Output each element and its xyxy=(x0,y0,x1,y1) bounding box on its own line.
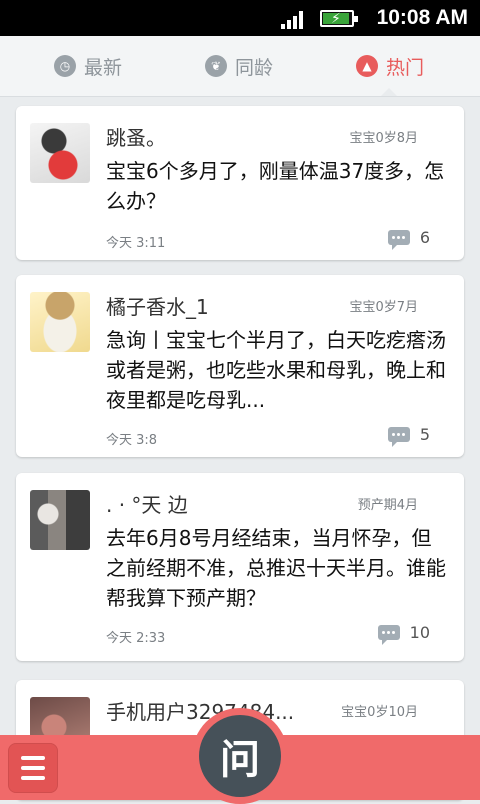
comment-count-value: 6 xyxy=(419,228,430,247)
comment-count-value: 5 xyxy=(419,425,430,444)
battery-charging-icon: ⚡ xyxy=(320,10,358,27)
status-time: 10:08 AM xyxy=(376,6,468,29)
username[interactable]: . · °天 边 xyxy=(106,489,188,518)
comment-icon xyxy=(387,230,410,250)
comment-count[interactable]: 5 xyxy=(387,425,430,447)
active-tab-indicator xyxy=(381,88,397,96)
question-card[interactable]: 橘子香水_1 宝宝0岁7月 急询丨宝宝七个半月了，白天吃疙瘩汤或者是粥，也吃些水… xyxy=(16,275,464,457)
question-text: 宝宝6个多月了，刚量体温37度多，怎么办？ xyxy=(106,159,445,213)
avatar[interactable] xyxy=(30,490,90,550)
baby-age: 宝宝0岁8月 xyxy=(349,131,418,146)
username[interactable]: 跳蚤。 xyxy=(106,122,166,151)
avatar[interactable] xyxy=(30,292,90,352)
tab-latest[interactable]: ◷ 最新 xyxy=(54,52,122,80)
question-card[interactable]: . · °天 边 预产期4月 去年6月8号月经结束，当月怀孕，但之前经期不准，总… xyxy=(16,473,464,661)
baby-age: 宝宝0岁10月 xyxy=(341,705,418,720)
status-bar: ⚡ 10:08 AM xyxy=(0,0,480,36)
leaf-icon: ❦ xyxy=(205,55,227,77)
tab-hot[interactable]: ▲ 热门 xyxy=(356,52,424,80)
question-card[interactable]: 跳蚤。 宝宝0岁8月 宝宝6个多月了，刚量体温37度多，怎么办？ 今天 3:11… xyxy=(16,106,464,260)
comment-icon xyxy=(377,625,400,645)
tab-label: 最新 xyxy=(84,56,123,79)
comment-count[interactable]: 10 xyxy=(377,623,430,645)
tab-label: 同龄 xyxy=(235,56,274,79)
ask-label: 问 xyxy=(199,715,281,797)
tab-label: 热门 xyxy=(386,56,425,79)
fire-icon: ▲ xyxy=(356,55,378,77)
question-text: 急询丨宝宝七个半月了，白天吃疙瘩汤或者是粥，也吃些水果和母乳，晚上和夜里都是吃母… xyxy=(106,328,446,412)
comment-count-value: 10 xyxy=(409,623,430,642)
signal-bars-icon xyxy=(281,9,307,29)
comment-count[interactable]: 6 xyxy=(387,228,430,250)
avatar[interactable] xyxy=(30,123,90,183)
menu-button[interactable] xyxy=(8,743,58,793)
ask-question-button[interactable]: 问 xyxy=(192,708,288,804)
post-time: 今天 3:11 xyxy=(106,236,166,251)
tab-bar: ◷ 最新 ❦ 同龄 ▲ 热门 xyxy=(0,36,480,97)
post-time: 今天 2:33 xyxy=(106,631,166,646)
comment-icon xyxy=(387,427,410,447)
clock-icon: ◷ xyxy=(54,55,76,77)
baby-age: 宝宝0岁7月 xyxy=(349,300,418,315)
tab-same-age[interactable]: ❦ 同龄 xyxy=(205,52,273,80)
username[interactable]: 橘子香水_1 xyxy=(106,291,209,320)
baby-age: 预产期4月 xyxy=(357,498,418,513)
question-text: 去年6月8号月经结束，当月怀孕，但之前经期不准，总推迟十天半月。谁能帮我算下预产… xyxy=(106,526,446,610)
post-time: 今天 3:8 xyxy=(106,433,158,448)
